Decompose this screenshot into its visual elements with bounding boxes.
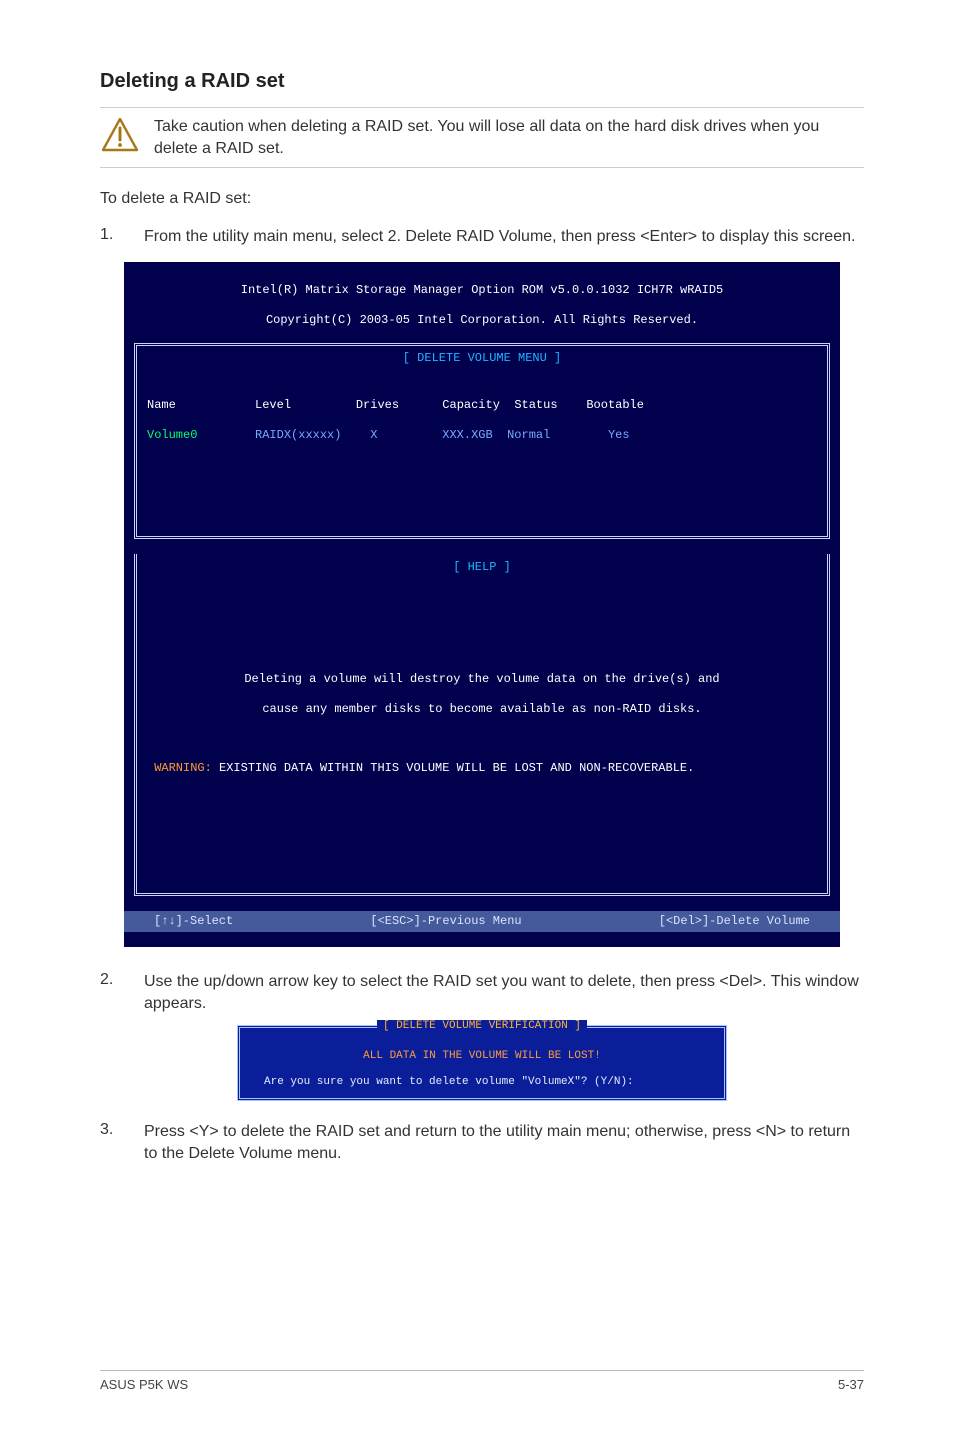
step-number: 1. <box>100 226 144 248</box>
intro-text: To delete a RAID set: <box>100 188 864 210</box>
bios-screenshot: Intel(R) Matrix Storage Manager Option R… <box>124 262 840 947</box>
bios-key-select: [↑↓]-Select <box>154 914 233 929</box>
bios-columns: Name Level Drives Capacity Status Bootab… <box>147 398 817 413</box>
confirm-prompt: Are you sure you want to delete volume "… <box>248 1076 716 1088</box>
bios-confirm-dialog: [ DELETE VOLUME VERIFICATION ] ALL DATA … <box>237 1025 727 1101</box>
step-number: 3. <box>100 1121 144 1165</box>
step-3: 3. Press <Y> to delete the RAID set and … <box>100 1121 864 1165</box>
bios-help-line1: Deleting a volume will destroy the volum… <box>147 672 817 687</box>
bios-help-title: [ HELP ] <box>449 560 515 574</box>
section-heading: Deleting a RAID set <box>100 70 864 93</box>
caution-block: Take caution when deleting a RAID set. Y… <box>100 107 864 168</box>
step-1: 1. From the utility main menu, select 2.… <box>100 226 864 248</box>
bios-key-prev: [<ESC>]-Previous Menu <box>370 914 521 929</box>
bios-header-line1: Intel(R) Matrix Storage Manager Option R… <box>134 283 830 298</box>
footer-page-number: 5-37 <box>838 1377 864 1392</box>
caution-icon <box>100 116 154 156</box>
bios-header-line2: Copyright(C) 2003-05 Intel Corporation. … <box>134 313 830 328</box>
confirm-warning: ALL DATA IN THE VOLUME WILL BE LOST! <box>248 1050 716 1062</box>
step-text: Press <Y> to delete the RAID set and ret… <box>144 1121 864 1165</box>
step-text: Use the up/down arrow key to select the … <box>144 971 864 1015</box>
footer-left: ASUS P5K WS <box>100 1377 188 1392</box>
bios-help-line2: cause any member disks to become availab… <box>147 702 817 717</box>
bios-footer-keys: [↑↓]-Select [<ESC>]-Previous Menu [<Del>… <box>124 911 840 932</box>
page-footer: ASUS P5K WS 5-37 <box>100 1370 864 1392</box>
step-text: From the utility main menu, select 2. De… <box>144 226 864 248</box>
caution-text: Take caution when deleting a RAID set. Y… <box>154 116 864 159</box>
bios-volume-row: Volume0 RAIDX(xxxxx) X XXX.XGB Normal Ye… <box>147 428 817 443</box>
step-2: 2. Use the up/down arrow key to select t… <box>100 971 864 1015</box>
bios-warning-line: WARNING: EXISTING DATA WITHIN THIS VOLUM… <box>147 761 817 776</box>
bios-panel-title: [ DELETE VOLUME MENU ] <box>399 351 565 365</box>
confirm-title: [ DELETE VOLUME VERIFICATION ] <box>377 1020 587 1032</box>
bios-key-del: [<Del>]-Delete Volume <box>659 914 810 929</box>
step-number: 2. <box>100 971 144 1015</box>
